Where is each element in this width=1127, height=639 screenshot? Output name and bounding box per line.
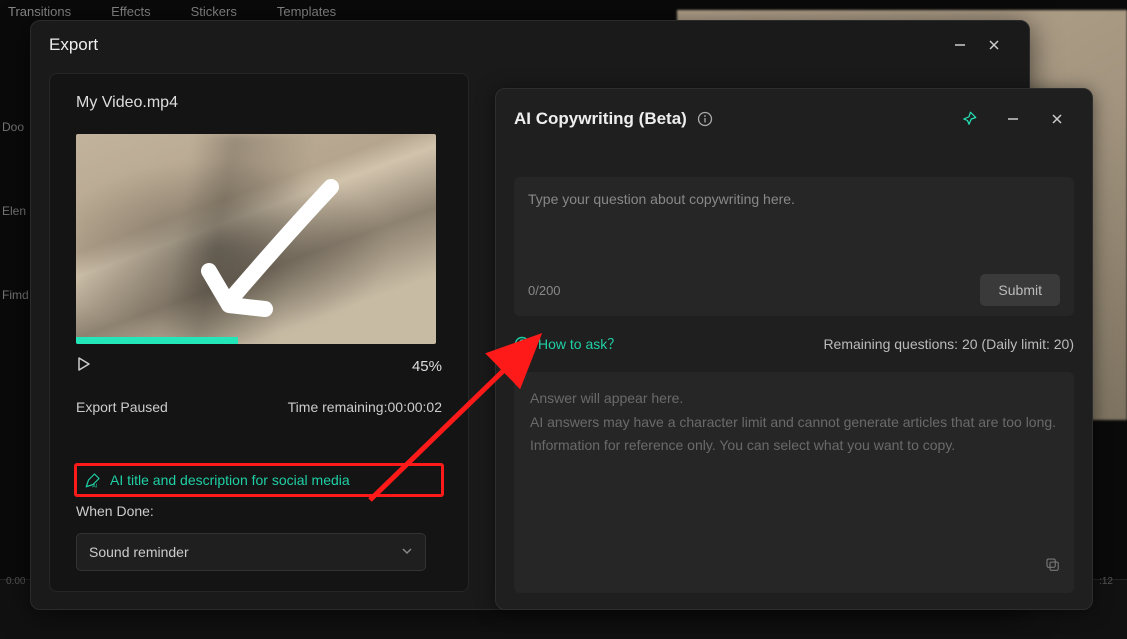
bg-tab[interactable]: Stickers: [191, 4, 237, 19]
info-icon[interactable]: [697, 111, 713, 127]
how-to-ask-link[interactable]: How to ask？: [514, 334, 621, 354]
export-filename: My Video.mp4: [76, 94, 442, 112]
question-circle-icon: [514, 336, 530, 352]
ai-close-button[interactable]: [1040, 105, 1074, 133]
export-progress-bar: [76, 337, 238, 344]
ai-pen-icon: AI: [84, 471, 102, 489]
export-preview: [76, 134, 436, 344]
when-done-select[interactable]: Sound reminder: [76, 533, 426, 571]
export-percent: 45%: [412, 358, 442, 375]
minimize-button[interactable]: [943, 31, 977, 59]
chevron-down-icon: [401, 544, 413, 560]
ai-link-label: AI title and description for social medi…: [110, 472, 350, 488]
export-status: Export Paused: [76, 399, 168, 415]
export-progress-card: My Video.mp4 45% Export Paused Time rema…: [49, 73, 469, 592]
ai-answer-box: Answer will appear here. AI answers may …: [514, 372, 1074, 593]
ai-remaining-questions: Remaining questions: 20 (Daily limit: 20…: [823, 336, 1074, 352]
how-to-ask-label: How to ask？: [538, 334, 621, 354]
bg-tab[interactable]: Templates: [277, 4, 336, 19]
pin-icon[interactable]: [952, 105, 986, 133]
when-done-value: Sound reminder: [89, 544, 189, 560]
when-done-label: When Done:: [76, 503, 442, 519]
ai-minimize-button[interactable]: [996, 105, 1030, 133]
ai-answer-placeholder-1: Answer will appear here.: [530, 388, 1058, 410]
close-button[interactable]: [977, 31, 1011, 59]
ai-question-box: 0/200 Submit: [514, 177, 1074, 316]
ai-question-input[interactable]: [528, 191, 1060, 261]
export-title: Export: [49, 35, 98, 55]
ai-copywriting-panel: AI Copywriting (Beta) 0/200 Submit: [495, 88, 1093, 610]
ai-panel-title: AI Copywriting (Beta): [514, 109, 687, 129]
export-time-remaining: Time remaining:00:00:02: [288, 399, 442, 415]
play-button[interactable]: [76, 356, 92, 377]
export-titlebar: Export: [31, 21, 1029, 69]
bg-tab[interactable]: Transitions: [8, 4, 71, 19]
bg-tab[interactable]: Effects: [111, 4, 151, 19]
ai-answer-placeholder-2: AI answers may have a character limit an…: [530, 412, 1058, 434]
copy-icon[interactable]: [1044, 556, 1062, 581]
ai-title-description-link[interactable]: AI AI title and description for social m…: [76, 465, 442, 495]
ai-char-count: 0/200: [528, 283, 561, 298]
bg-time-left: 0.00: [6, 576, 25, 587]
bg-time-right: :12: [1099, 576, 1113, 587]
ai-submit-button[interactable]: Submit: [980, 274, 1060, 306]
bg-sidebar: Doo Elen Fimd: [0, 120, 32, 372]
ai-answer-placeholder-3: Information for reference only. You can …: [530, 435, 1058, 457]
svg-text:AI: AI: [92, 484, 97, 490]
